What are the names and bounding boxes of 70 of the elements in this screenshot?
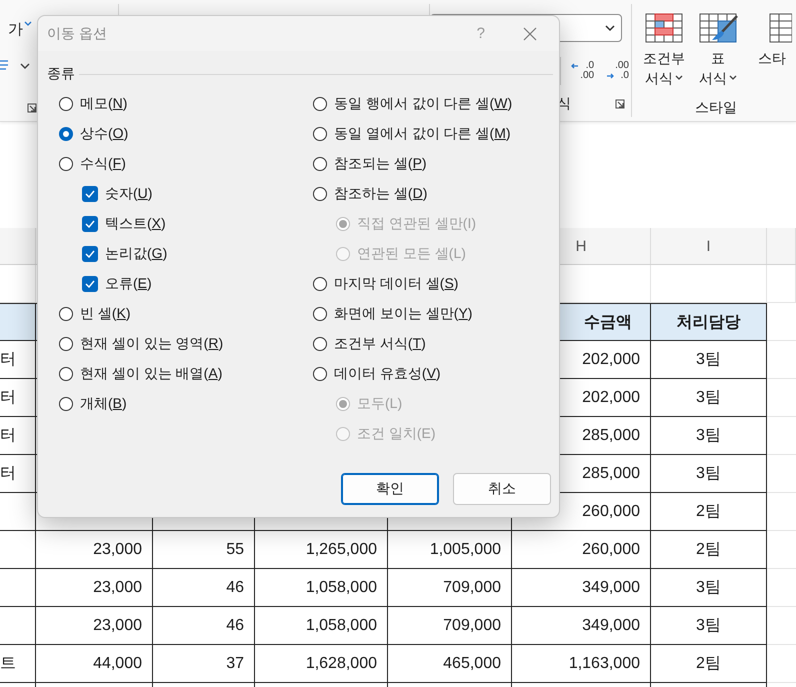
table-cell: 1,005,000 xyxy=(388,531,512,569)
table-cell: 2팀 xyxy=(651,531,767,569)
column-header[interactable]: I xyxy=(651,228,767,264)
option-label: 참조하는 셀(D) xyxy=(334,185,428,203)
table-cell: 3팀 xyxy=(651,341,767,379)
table-cell: 트 xyxy=(0,645,36,683)
table-cell: 1,163,000 xyxy=(512,645,651,683)
table-cell: 터 xyxy=(0,455,36,493)
table-cell: 349,000 xyxy=(512,569,651,607)
table-cell: 37 xyxy=(153,645,255,683)
table-cell: 260,000 xyxy=(512,531,651,569)
option-label: 빈 셀(K) xyxy=(80,305,131,323)
option-label: 직접 연관된 셀만(I) xyxy=(357,215,476,233)
table-cell: 1,265,000 xyxy=(255,531,388,569)
option-label: 오류(E) xyxy=(105,275,152,293)
table-cell: 709,000 xyxy=(388,607,512,645)
group-label: 종류 xyxy=(47,65,75,83)
option-label: 현재 셀이 있는 영역(R) xyxy=(80,335,224,353)
table-cell: 터 xyxy=(0,379,36,417)
cell-styles-button[interactable]: 스타 xyxy=(748,4,796,88)
table-cell: 23,000 xyxy=(36,569,153,607)
table-cell: 55 xyxy=(153,531,255,569)
cancel-button[interactable]: 취소 xyxy=(453,473,551,505)
option-label: 개체(B) xyxy=(80,395,127,413)
table-cell: 23,000 xyxy=(36,607,153,645)
decrease-decimal-button[interactable]: .00 .0 xyxy=(604,61,631,81)
format-table-button[interactable]: 표 서식 xyxy=(694,4,742,88)
table-cell: 2팀 xyxy=(651,493,767,531)
option-label: 마지막 데이터 셀(S) xyxy=(334,275,458,293)
option-label: 모두(L) xyxy=(357,395,402,413)
table-cell: 3팀 xyxy=(651,569,767,607)
option-label: 조건 일치(E) xyxy=(357,425,436,443)
table-cell: 349,000 xyxy=(512,607,651,645)
option-label: 연관된 모든 셀(L) xyxy=(357,245,466,263)
conditional-format-button[interactable]: 조건부 서식 xyxy=(640,4,688,88)
option-label: 동일 열에서 값이 다른 셀(M) xyxy=(334,125,511,143)
option-label: 참조되는 셀(P) xyxy=(334,155,427,173)
table-cell: 1,058,000 xyxy=(255,607,388,645)
table-cell: 44,000 xyxy=(36,645,153,683)
increase-decimal-button[interactable]: .0 .00 xyxy=(569,61,596,81)
table-cell: 465,000 xyxy=(388,645,512,683)
table-cell: 3팀 xyxy=(651,607,767,645)
table-cell: 23,000 xyxy=(36,531,153,569)
table-cell: 터 xyxy=(0,341,36,379)
table-cell: 1,628,000 xyxy=(255,645,388,683)
option-label: 화면에 보이는 셀만(Y) xyxy=(334,305,472,323)
table-cell: 709,000 xyxy=(388,569,512,607)
option-label: 동일 행에서 값이 다른 셀(W) xyxy=(334,95,512,113)
option-label: 텍스트(X) xyxy=(105,215,166,233)
dialog-title: 이동 옵션 xyxy=(47,24,107,42)
table-cell: 1,058,000 xyxy=(255,569,388,607)
header-cell: 처리담당 xyxy=(651,303,767,341)
option-label: 현재 셀이 있는 배열(A) xyxy=(80,365,222,383)
table-cell: 46 xyxy=(153,569,255,607)
option-label: 메모(N) xyxy=(80,95,128,113)
table-cell: 2팀 xyxy=(651,645,767,683)
option-label: 숫자(U) xyxy=(105,185,152,203)
table-cell: 3팀 xyxy=(651,417,767,455)
option-label: 논리값(G) xyxy=(105,245,168,263)
phonetic-guide-button[interactable]: 가 xyxy=(8,20,32,39)
table-cell: 터 xyxy=(0,417,36,455)
group-label: 스타일 xyxy=(694,99,738,117)
table-cell: 46 xyxy=(153,607,255,645)
table-cell: 3팀 xyxy=(651,455,767,493)
ok-button[interactable]: 확인 xyxy=(341,473,439,505)
option-label: 조건부 서식(T) xyxy=(334,335,426,353)
option-label: 수식(F) xyxy=(80,155,126,173)
option-label: 데이터 유효성(V) xyxy=(334,365,441,383)
table-cell: 3팀 xyxy=(651,379,767,417)
option-label: 상수(O) xyxy=(80,125,128,143)
